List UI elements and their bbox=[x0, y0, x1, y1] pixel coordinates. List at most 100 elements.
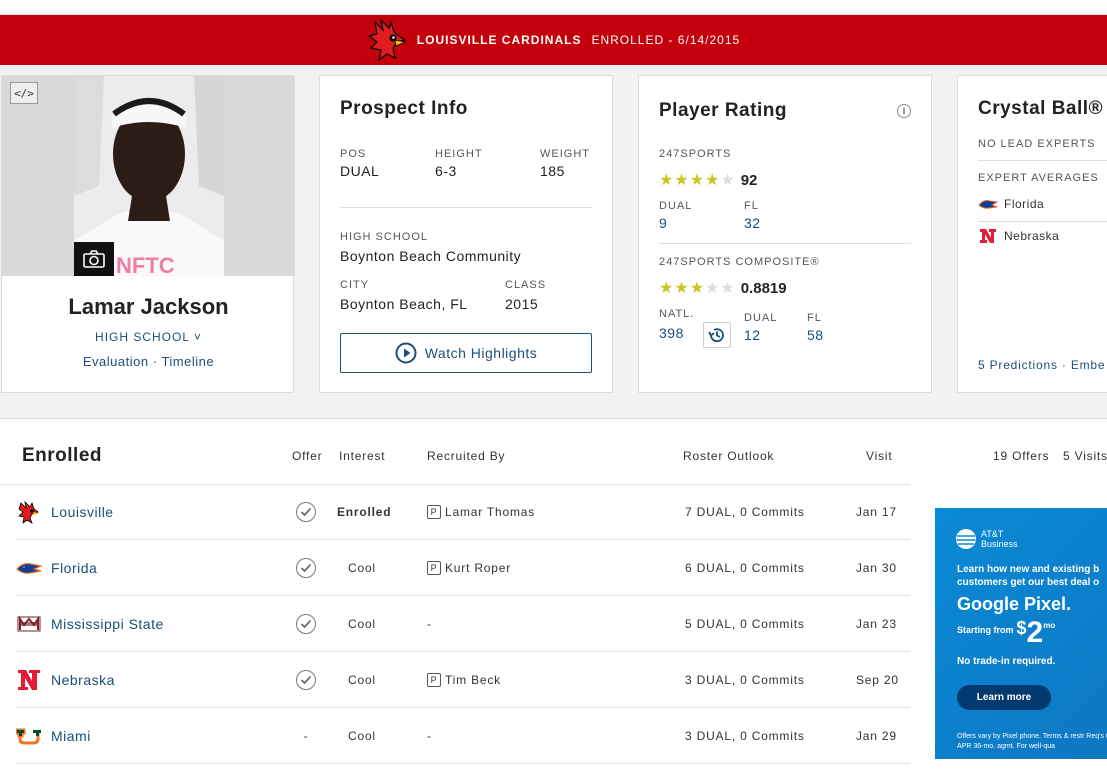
camera-button[interactable] bbox=[74, 242, 114, 276]
roster-outlook[interactable]: 6 DUAL, 0 Commits bbox=[685, 540, 805, 596]
offer-cell bbox=[295, 540, 317, 596]
recruiter-cell[interactable]: P Kurt Roper bbox=[427, 540, 511, 596]
recruiter-cell[interactable]: P Tim Beck bbox=[427, 652, 501, 708]
info-divider bbox=[340, 207, 592, 208]
comp-pos-rank[interactable]: 12 bbox=[744, 327, 777, 343]
natl-block: NATL. 398 bbox=[659, 308, 694, 341]
school-link[interactable]: Nebraska bbox=[51, 652, 115, 708]
ad-price-suffix: mo bbox=[1043, 621, 1056, 630]
expert-averages-label: EXPERT AVERAGES bbox=[978, 172, 1099, 184]
comp-pos-block: DUAL 12 bbox=[744, 312, 777, 343]
nebraska-logo-icon bbox=[16, 652, 42, 708]
ad-price-row: Starting from $ 2 mo bbox=[957, 618, 1055, 648]
col-roster-outlook: Roster Outlook bbox=[683, 449, 775, 463]
louisville-logo-icon bbox=[16, 484, 42, 540]
ad-brand-name: AT&T bbox=[981, 529, 1004, 539]
gator-logo-icon bbox=[978, 200, 998, 209]
high-school-value: Boynton Beach Community bbox=[340, 248, 522, 264]
roster-outlook[interactable]: 7 DUAL, 0 Commits bbox=[685, 484, 805, 540]
high-school-dropdown[interactable]: HIGH SCHOOL ˅ bbox=[2, 330, 295, 344]
visit-date: Jan 29 bbox=[856, 729, 897, 743]
ad-brand-sub: Business bbox=[981, 539, 1018, 549]
att-ad-banner[interactable]: AT&T Business Learn how new and existing… bbox=[935, 508, 1107, 759]
primary-recruiter-badge: P bbox=[427, 561, 441, 575]
weight-label: WEIGHT bbox=[540, 148, 590, 160]
star-filled-icon: ★ bbox=[659, 279, 674, 297]
crystal-team-nebraska[interactable]: Nebraska bbox=[978, 227, 1059, 245]
rating-pos-label: DUAL bbox=[659, 200, 693, 212]
ad-starting-from: Starting from bbox=[957, 625, 1014, 635]
class-label: CLASS bbox=[505, 279, 547, 291]
table-row: Miami - Cool - 3 DUAL, 0 Commits Jan 29 bbox=[16, 708, 910, 764]
visit-date: Sep 20 bbox=[856, 673, 899, 687]
offers-count-link[interactable]: 19 Offers bbox=[993, 449, 1049, 463]
player-rating-title: Player Rating bbox=[659, 100, 787, 121]
banner-status: ENROLLED - 6/14/2015 bbox=[591, 33, 741, 47]
star-empty-icon: ★ bbox=[720, 279, 735, 297]
rating-divider bbox=[659, 243, 911, 244]
visit-date: Jan 30 bbox=[856, 561, 897, 575]
evaluation-link[interactable]: Evaluation bbox=[83, 354, 149, 369]
ad-price-dollar: $ bbox=[1016, 618, 1027, 638]
recruiter-cell[interactable]: P Lamar Thomas bbox=[427, 484, 535, 540]
city-value: Boynton Beach, FL bbox=[340, 296, 468, 312]
history-button[interactable] bbox=[703, 322, 731, 348]
school-link[interactable]: Mississippi State bbox=[51, 596, 164, 652]
height-block: HEIGHT 6-3 bbox=[435, 148, 483, 179]
cardinal-logo-icon bbox=[367, 18, 407, 62]
recruiting-title: Enrolled bbox=[22, 445, 103, 466]
natl-rank[interactable]: 398 bbox=[659, 325, 694, 341]
star-rating-composite: ★ ★ ★ ★ ★ bbox=[659, 279, 735, 297]
rating-247-score: 92 bbox=[740, 172, 758, 189]
school-link[interactable]: Florida bbox=[51, 540, 97, 596]
link-separator: · bbox=[152, 354, 158, 369]
play-icon bbox=[395, 342, 417, 364]
history-icon bbox=[708, 328, 724, 343]
height-value: 6-3 bbox=[435, 163, 457, 179]
star-empty-icon: ★ bbox=[720, 171, 735, 189]
crystal-team-florida-label: Florida bbox=[1004, 197, 1045, 211]
timeline-link[interactable]: Timeline bbox=[161, 354, 214, 369]
watch-highlights-button[interactable]: Watch Highlights bbox=[340, 333, 592, 373]
ad-price: 2 bbox=[1026, 616, 1044, 649]
recruiter-cell: - bbox=[427, 708, 432, 764]
roster-outlook[interactable]: 3 DUAL, 0 Commits bbox=[685, 708, 805, 764]
banner-team-name: LOUISVILLE CARDINALS bbox=[416, 33, 582, 47]
rating-pos-rank[interactable]: 9 bbox=[659, 215, 692, 231]
visits-count-link[interactable]: 5 Visits bbox=[1063, 449, 1107, 463]
info-icon[interactable]: i bbox=[897, 104, 911, 118]
player-name: Lamar Jackson bbox=[68, 294, 229, 319]
embed-code-button[interactable]: </> bbox=[10, 82, 38, 104]
ad-headline: Learn how new and existing b customers g… bbox=[957, 564, 1100, 588]
rating-247-row: ★ ★ ★ ★ ★ 92 bbox=[659, 172, 757, 189]
composite-label: 247SPORTS COMPOSITE® bbox=[659, 256, 820, 268]
star-rating-247: ★ ★ ★ ★ ★ bbox=[659, 171, 735, 189]
crystal-team-florida[interactable]: Florida bbox=[978, 197, 1044, 211]
offer-check-icon bbox=[296, 502, 316, 522]
roster-outlook[interactable]: 3 DUAL, 0 Commits bbox=[685, 652, 805, 708]
class-value: 2015 bbox=[505, 296, 539, 312]
top-strip bbox=[0, 0, 1107, 15]
col-offer: Offer bbox=[292, 449, 323, 463]
comp-state-rank[interactable]: 58 bbox=[807, 327, 824, 343]
visit-date: Jan 23 bbox=[856, 617, 897, 631]
offer-cell: - bbox=[295, 708, 317, 764]
nebraska-logo-icon bbox=[980, 229, 996, 243]
recruiter-name: Lamar Thomas bbox=[445, 505, 536, 519]
ad-learn-more-button[interactable]: Learn more bbox=[957, 685, 1051, 710]
table-row: Florida Cool P Kurt Roper 6 DUAL, 0 Commits J… bbox=[16, 540, 910, 596]
school-link[interactable]: Louisville bbox=[51, 484, 114, 540]
predictions-link[interactable]: 5 Predictions · Embe bbox=[978, 358, 1105, 372]
rating-state-rank[interactable]: 32 bbox=[744, 215, 761, 231]
roster-outlook[interactable]: 5 DUAL, 0 Commits bbox=[685, 596, 805, 652]
table-row: Louisville Enrolled P Lamar Thomas 7 DUAL, 0… bbox=[16, 484, 910, 540]
school-link[interactable]: Miami bbox=[51, 708, 91, 764]
col-recruited-by: Recruited By bbox=[427, 449, 506, 463]
interest-status: Enrolled bbox=[337, 505, 392, 519]
offer-dash: - bbox=[303, 729, 309, 743]
pos-value: DUAL bbox=[340, 163, 380, 179]
primary-recruiter-badge: P bbox=[427, 505, 441, 519]
recruiter-name: - bbox=[427, 617, 432, 631]
star-filled-icon: ★ bbox=[674, 279, 689, 297]
prospect-info-title: Prospect Info bbox=[340, 98, 468, 119]
